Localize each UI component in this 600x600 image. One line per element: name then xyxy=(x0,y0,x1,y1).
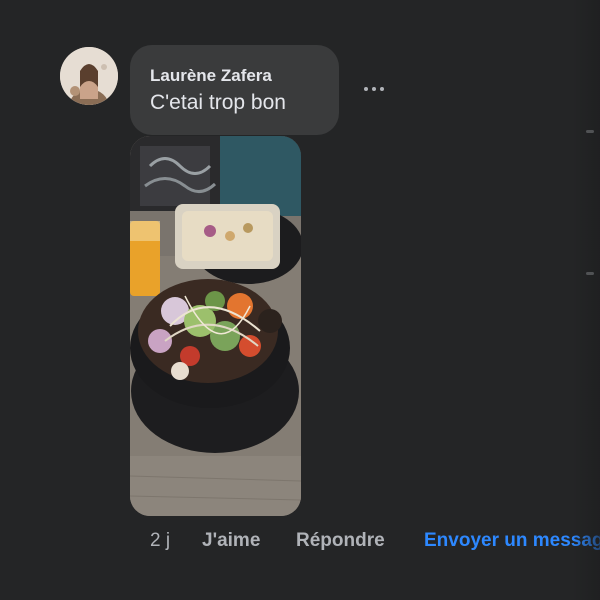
like-link[interactable]: J'aime xyxy=(202,530,260,552)
more-options-button[interactable] xyxy=(356,74,392,104)
reply-link[interactable]: Répondre xyxy=(296,530,385,552)
more-dot-icon xyxy=(364,87,368,91)
comment-timestamp[interactable]: 2 j xyxy=(150,530,170,552)
comment-text: C'etai trop bon xyxy=(150,91,286,114)
avatar[interactable] xyxy=(60,47,118,105)
comment-author[interactable]: Laurène Zafera xyxy=(150,66,272,86)
more-dot-icon xyxy=(372,87,376,91)
scroll-marker xyxy=(586,130,594,133)
comment-thread: Laurène Zafera C'etai trop bon 2 j J'aim… xyxy=(0,0,600,600)
page-edge-shadow xyxy=(572,0,600,600)
comment-photo-attachment[interactable] xyxy=(130,136,301,516)
comment-bubble: Laurène Zafera C'etai trop bon xyxy=(130,45,339,135)
profile-photo-icon xyxy=(60,47,118,105)
more-dot-icon xyxy=(380,87,384,91)
food-photo xyxy=(130,136,301,516)
scroll-marker xyxy=(586,272,594,275)
